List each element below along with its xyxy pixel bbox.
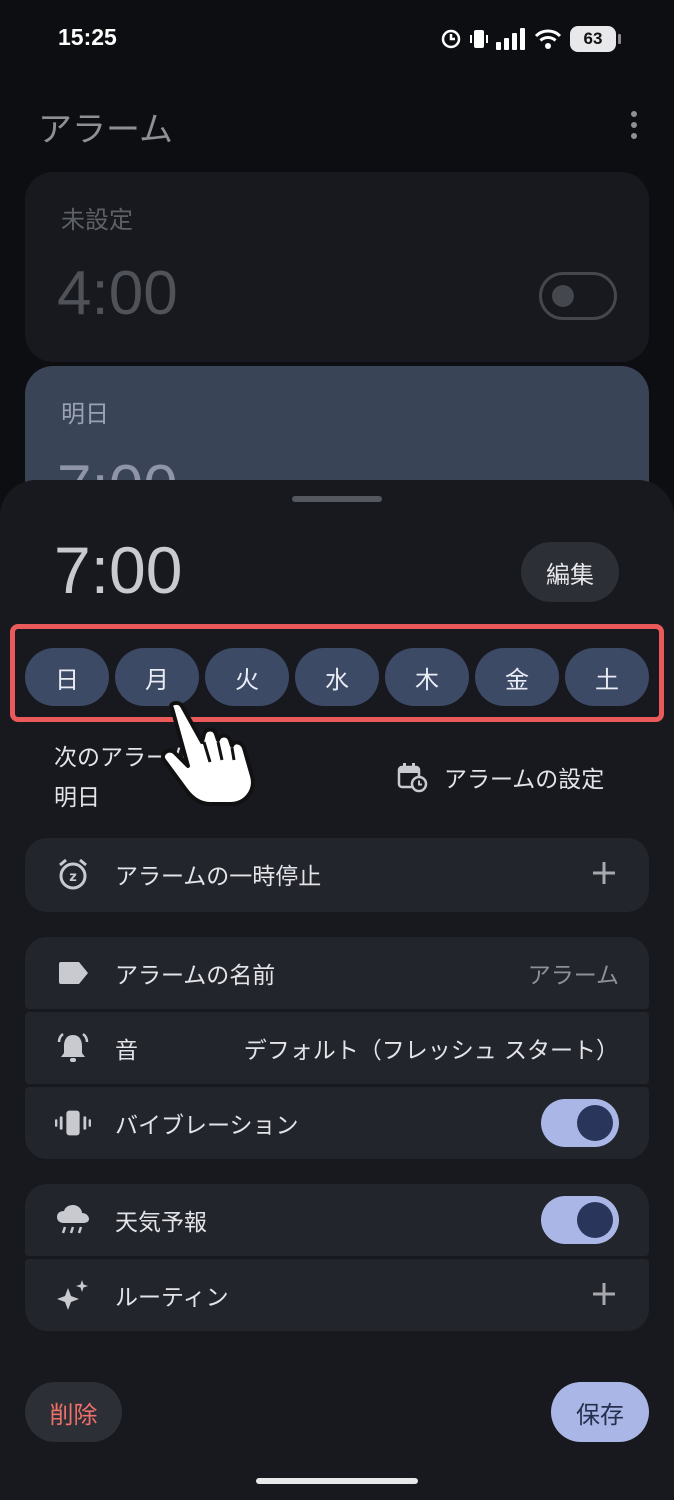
day-chip-sat[interactable]: 土 xyxy=(565,648,649,706)
status-bar: 15:25 63 xyxy=(0,0,674,78)
routine-label: ルーティン xyxy=(115,1285,229,1311)
snooze-row[interactable]: z アラームの一時停止 xyxy=(25,838,649,910)
day-chip-thu[interactable]: 木 xyxy=(385,648,469,706)
alarm-name-value: アラーム xyxy=(527,963,619,989)
home-indicator[interactable] xyxy=(256,1478,418,1484)
signal-icon xyxy=(496,28,525,50)
alarm-name-label: アラームの名前 xyxy=(115,963,276,989)
snooze-label: アラームの一時停止 xyxy=(115,864,322,890)
calendar-clock-icon xyxy=(397,763,428,793)
vibration-toggle[interactable] xyxy=(541,1099,619,1147)
weather-toggle[interactable] xyxy=(541,1196,619,1244)
day-chip-fri[interactable]: 金 xyxy=(475,648,559,706)
alarm-time[interactable]: 7:00 xyxy=(54,532,182,608)
pointing-hand-icon xyxy=(161,700,255,806)
vibration-icon xyxy=(55,1108,91,1138)
extras-card: 天気予報 ルーティン xyxy=(25,1184,649,1331)
weather-row[interactable]: 天気予報 xyxy=(25,1184,649,1256)
vibrate-status-icon xyxy=(470,30,488,48)
day-chip-wed[interactable]: 水 xyxy=(295,648,379,706)
routine-row[interactable]: ルーティン xyxy=(25,1259,649,1331)
sparkle-icon xyxy=(55,1280,91,1310)
sound-value: デフォルト（フレッシュ スタート） xyxy=(243,1038,619,1064)
plus-icon[interactable] xyxy=(587,1277,621,1311)
battery-indicator: 63 xyxy=(570,26,621,52)
delete-button[interactable]: 削除 xyxy=(25,1382,122,1442)
alarm-card-label: 未設定 xyxy=(61,206,133,234)
alarm-edit-sheet: 7:00 編集 日 月 火 水 木 金 土 次のアラーム 明日 アラームの設定 … xyxy=(0,480,674,1500)
schedule-alarm-button[interactable]: アラームの設定 xyxy=(396,760,604,794)
sound-row[interactable]: 音 デフォルト（フレッシュ スタート） xyxy=(25,1012,649,1084)
plus-icon[interactable] xyxy=(587,856,621,890)
status-time: 15:25 xyxy=(58,24,117,50)
settings-card: アラームの名前 アラーム 音 デフォルト（フレッシュ スタート） バイブレーショ… xyxy=(25,937,649,1159)
weather-rain-icon xyxy=(55,1205,91,1235)
alarm-card-label: 明日 xyxy=(61,400,109,428)
vibration-label: バイブレーション xyxy=(115,1113,299,1139)
more-vert-icon[interactable] xyxy=(626,110,642,140)
sound-label: 音 xyxy=(115,1038,138,1064)
alarm-card-time: 4:00 xyxy=(57,259,178,328)
day-chip-sun[interactable]: 日 xyxy=(25,648,109,706)
status-icons: 63 xyxy=(440,24,621,54)
weather-label: 天気予報 xyxy=(115,1210,207,1236)
snooze-card: z アラームの一時停止 xyxy=(25,838,649,912)
svg-text:z: z xyxy=(69,870,77,885)
page-title: アラーム xyxy=(38,110,173,150)
drag-handle[interactable] xyxy=(292,496,382,502)
wifi-icon xyxy=(534,29,562,49)
save-button[interactable]: 保存 xyxy=(551,1382,649,1442)
schedule-label: アラームの設定 xyxy=(444,767,605,793)
label-tag-icon xyxy=(55,958,91,988)
alarm-toggle[interactable] xyxy=(539,272,617,320)
alarm-status-icon xyxy=(441,29,461,49)
alarm-card-unset[interactable]: 未設定 4:00 xyxy=(25,172,649,362)
bell-icon xyxy=(55,1033,91,1063)
alarm-snooze-icon: z xyxy=(55,858,91,890)
alarm-name-row[interactable]: アラームの名前 アラーム xyxy=(25,937,649,1009)
edit-button[interactable]: 編集 xyxy=(521,542,619,602)
weekday-selector: 日 月 火 水 木 金 土 xyxy=(25,648,649,706)
vibration-row[interactable]: バイブレーション xyxy=(25,1087,649,1159)
